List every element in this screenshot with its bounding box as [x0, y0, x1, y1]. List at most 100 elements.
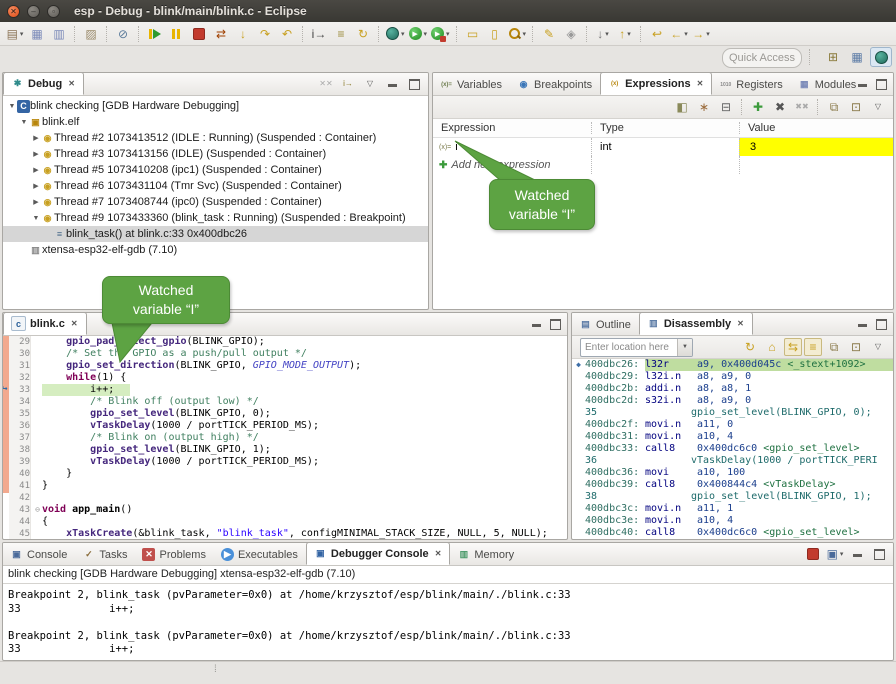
disassembly-line[interactable]: 400dbc3c:movi.na11, 1: [572, 503, 893, 515]
instruction-stepping-mode-icon[interactable]: i→: [338, 75, 358, 93]
quick-access-button[interactable]: Quick Access: [722, 48, 802, 68]
minimize-icon[interactable]: [853, 315, 871, 333]
maximize-icon[interactable]: [404, 75, 424, 93]
disassembly-source-line[interactable]: 35gpio_set_level(BLINK_GPIO, 0);: [572, 407, 893, 419]
back-button[interactable]: ←▾: [669, 24, 689, 44]
back-button-dropdown[interactable]: ▾: [684, 30, 688, 38]
code-line-29[interactable]: 29 gpio_pad_select_gpio(BLINK_GPIO);: [9, 336, 567, 348]
code-line-40[interactable]: 40 }: [9, 468, 567, 480]
save-button[interactable]: ▦: [27, 24, 47, 44]
sync-with-context-icon[interactable]: ⇆: [784, 338, 802, 356]
step-over-button[interactable]: ↷: [255, 24, 275, 44]
tab-blink-c[interactable]: cblink.c✕: [3, 312, 87, 335]
mark-occurrences-button[interactable]: ✎: [539, 24, 559, 44]
disassembly-line[interactable]: 400dbc2b:addi.na8, a8, 1: [572, 383, 893, 395]
debug-tree-item[interactable]: ▶◉Thread #6 1073431104 (Tmr Svc) (Suspen…: [3, 178, 428, 194]
code-line-39[interactable]: 39 vTaskDelay(1000 / portTICK_PERIOD_MS)…: [9, 456, 567, 468]
collapse-all-icon[interactable]: ⊟: [716, 98, 736, 116]
last-edit-location-button[interactable]: ↩: [647, 24, 667, 44]
run-button-dropdown[interactable]: ▾: [424, 30, 428, 38]
show-source-icon[interactable]: ≡: [804, 338, 822, 356]
code-line-38[interactable]: 38 gpio_set_level(BLINK_GPIO, 1);: [9, 444, 567, 456]
tab-close-icon[interactable]: ✕: [70, 318, 79, 329]
disassembly-line[interactable]: 400dbc33:call80x400dc6c0 <gpio_set_level…: [572, 443, 893, 455]
next-annotation-button[interactable]: ↓▾: [593, 24, 613, 44]
instruction-stepping-button[interactable]: i→: [309, 24, 329, 44]
terminate-console-icon[interactable]: [803, 545, 823, 563]
instruction-pointer-icon[interactable]: ↪: [2, 384, 14, 395]
save-all-button[interactable]: ▥: [49, 24, 69, 44]
debug-tree-item[interactable]: ▼Cblink checking [GDB Hardware Debugging…: [3, 98, 428, 114]
console-output[interactable]: Breakpoint 2, blink_task (pvParameter=0x…: [3, 584, 893, 657]
disassembly-line[interactable]: 400dbc3e:movi.na10, 4: [572, 515, 893, 527]
tab-problems[interactable]: ✕Problems: [135, 544, 213, 565]
maximize-icon[interactable]: [869, 545, 889, 563]
external-tools-button[interactable]: ▶▾: [430, 24, 451, 44]
view-menu-icon[interactable]: ▽: [868, 98, 888, 116]
debug-button[interactable]: ▾: [385, 24, 406, 44]
tree-expander-icon[interactable]: ▶: [31, 166, 41, 174]
statusbar-grip[interactable]: ⁞: [214, 664, 216, 675]
code-line-43[interactable]: 43⊖void app_main(): [9, 504, 567, 516]
code-line-32[interactable]: 32 while(1) {: [9, 372, 567, 384]
tab-tasks[interactable]: ✓Tasks: [75, 544, 135, 565]
tab-debugger-console[interactable]: ▣Debugger Console✕: [306, 542, 451, 565]
terminate-button[interactable]: [189, 24, 209, 44]
debug-tree-item[interactable]: ▶◉Thread #5 1073410208 (ipc1) (Suspended…: [3, 162, 428, 178]
disassembly-line[interactable]: 400dbc29:l32i.na8, a9, 0: [572, 371, 893, 383]
code-line-41[interactable]: 41}: [9, 480, 567, 492]
debug-tree-item[interactable]: ▶◉Thread #2 1073413512 (IDLE : Running) …: [3, 130, 428, 146]
tab-disassembly[interactable]: ▥Disassembly✕: [639, 312, 753, 335]
minimize-icon[interactable]: [527, 315, 545, 333]
window-minimize-button[interactable]: –: [27, 5, 40, 18]
minimize-icon[interactable]: [853, 75, 871, 93]
show-type-names-icon[interactable]: ◧: [672, 98, 692, 116]
code-line-37[interactable]: 37 /* Blink on (output high) */: [9, 432, 567, 444]
maximize-icon[interactable]: [546, 315, 564, 333]
code-line-34[interactable]: 34 /* Blink off (output low) */: [9, 396, 567, 408]
open-resource-button[interactable]: ▯: [485, 24, 505, 44]
remove-expression-icon[interactable]: ✖: [770, 98, 790, 116]
skip-all-breakpoints-button[interactable]: ⊘: [113, 24, 133, 44]
debug-tree-item[interactable]: ▶◉Thread #3 1073413156 (IDLE) (Suspended…: [3, 146, 428, 162]
previous-annotation-button-dropdown[interactable]: ▾: [627, 30, 631, 38]
open-perspective-icon[interactable]: ⊞: [822, 47, 844, 67]
show-logical-structures-icon[interactable]: ∗: [694, 98, 714, 116]
minimize-icon[interactable]: [382, 75, 402, 93]
tab-expressions[interactable]: (x)Expressions✕: [600, 72, 712, 95]
code-line-45[interactable]: 45 xTaskCreate(&blink_task, "blink_task"…: [9, 528, 567, 540]
column-expression[interactable]: Expression: [433, 122, 591, 134]
pin-view-icon[interactable]: ⊡: [846, 98, 866, 116]
debug-button-dropdown[interactable]: ▾: [401, 30, 405, 38]
resume-button[interactable]: [145, 24, 165, 44]
tree-expander-icon[interactable]: ▶: [31, 134, 41, 142]
tab-memory[interactable]: ▥Memory: [450, 544, 522, 565]
maximize-icon[interactable]: [872, 75, 890, 93]
code-line-35[interactable]: 35 gpio_set_level(BLINK_GPIO, 0);: [9, 408, 567, 420]
disassembly-line[interactable]: 400dbc2d:s32i.na8, a9, 0: [572, 395, 893, 407]
remove-all-expressions-icon[interactable]: ✖✖: [792, 98, 812, 116]
expression-row[interactable]: (x)=iint3: [433, 138, 893, 156]
debug-tree-item[interactable]: ▼▣blink.elf: [3, 114, 428, 130]
tree-expander-icon[interactable]: ▼: [7, 103, 17, 110]
open-element-button[interactable]: ▭: [463, 24, 483, 44]
disassembly-source-line[interactable]: 36vTaskDelay(1000 / portTICK_PERI: [572, 455, 893, 467]
window-maximize-button[interactable]: ▫: [47, 5, 60, 18]
debug-tree-item[interactable]: ▥xtensa-esp32-elf-gdb (7.10): [3, 242, 428, 258]
disassembly-source-line[interactable]: 38gpio_set_level(BLINK_GPIO, 1);: [572, 491, 893, 503]
new-wizard-button-dropdown[interactable]: ▾: [20, 30, 24, 38]
column-value[interactable]: Value: [739, 122, 893, 134]
remove-all-terminated-icon[interactable]: ✕✕: [316, 75, 336, 93]
tab-close-icon[interactable]: ✕: [736, 318, 745, 329]
code-editor[interactable]: 29 gpio_pad_select_gpio(BLINK_GPIO);30 /…: [3, 336, 567, 540]
build-button[interactable]: ▨: [81, 24, 101, 44]
column-type[interactable]: Type: [591, 122, 739, 134]
annotations-button[interactable]: ◈: [561, 24, 581, 44]
run-button[interactable]: ▶▾: [408, 24, 429, 44]
add-expression-icon[interactable]: ✚: [748, 98, 768, 116]
forward-button[interactable]: →▾: [691, 24, 711, 44]
code-line-42[interactable]: 42: [9, 492, 567, 504]
disassembly-line[interactable]: 400dbc31:movi.na10, 4: [572, 431, 893, 443]
code-line-30[interactable]: 30 /* Set the GPIO as a push/pull output…: [9, 348, 567, 360]
disassembly-line[interactable]: 400dbc40:call80x400dc6c0 <gpio_set_level…: [572, 527, 893, 539]
